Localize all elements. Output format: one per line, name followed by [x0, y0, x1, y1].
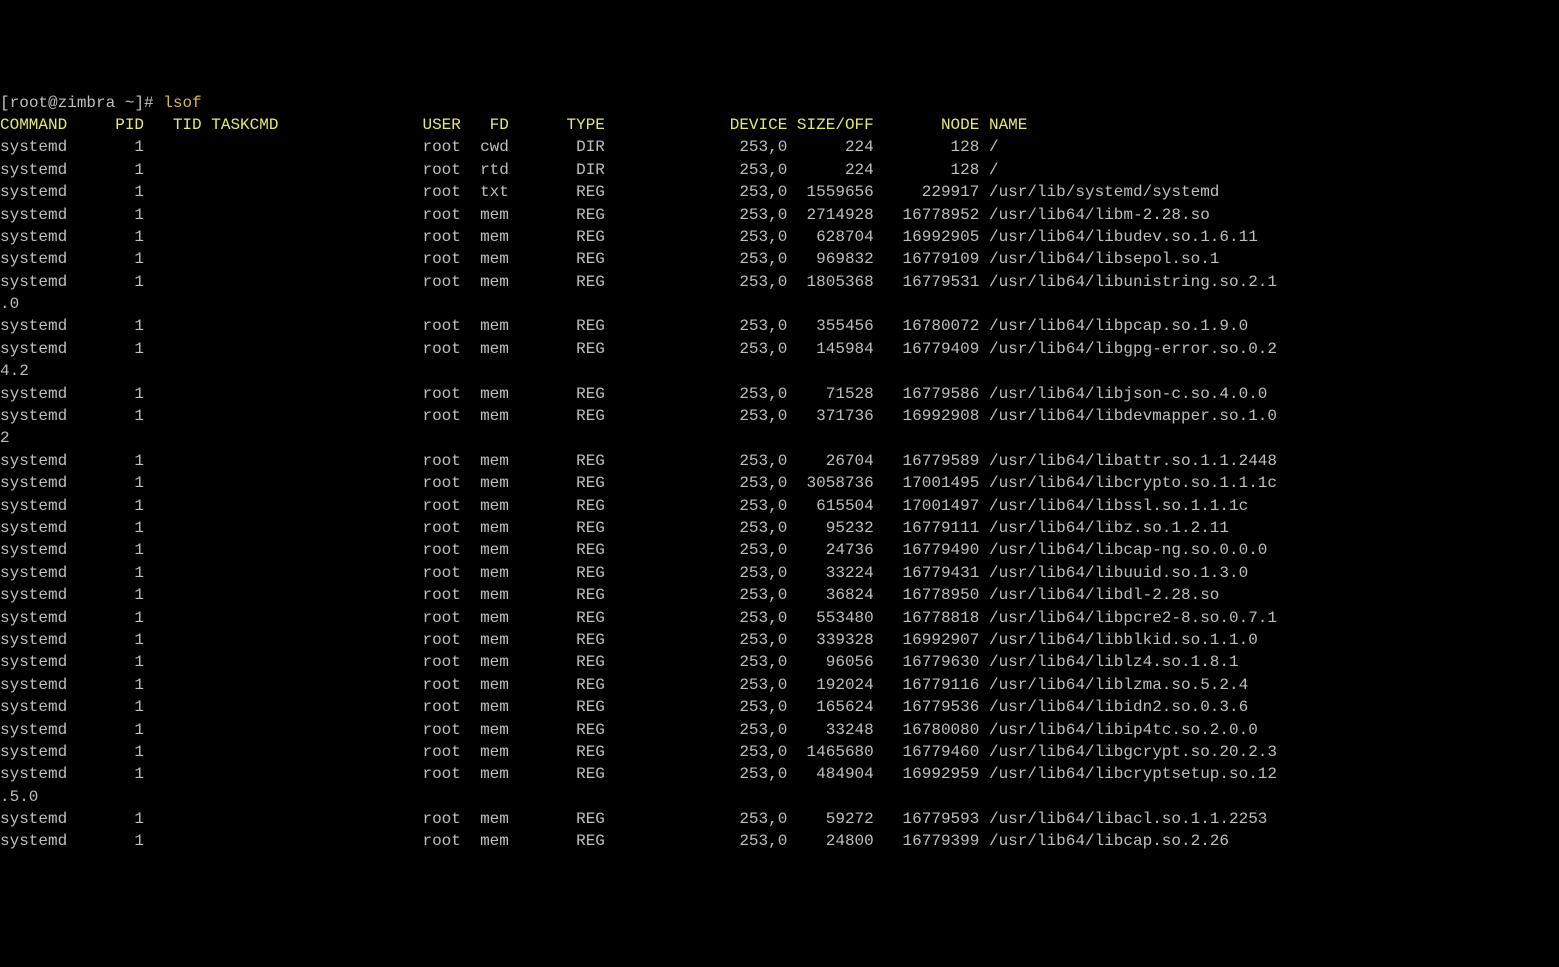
prompt-close: ]#: [134, 94, 163, 112]
command-text: lsof: [163, 94, 201, 112]
prompt-open: [: [0, 94, 10, 112]
lsof-header: COMMAND PID TID TASKCMD USER FD TYPE DEV…: [0, 116, 1027, 134]
lsof-output: systemd 1 root cwd DIR 253,0 224 128 / s…: [0, 136, 1559, 853]
prompt-user-host: root@zimbra ~: [10, 94, 135, 112]
terminal[interactable]: [root@zimbra ~]# lsof COMMAND PID TID TA…: [0, 92, 1559, 853]
